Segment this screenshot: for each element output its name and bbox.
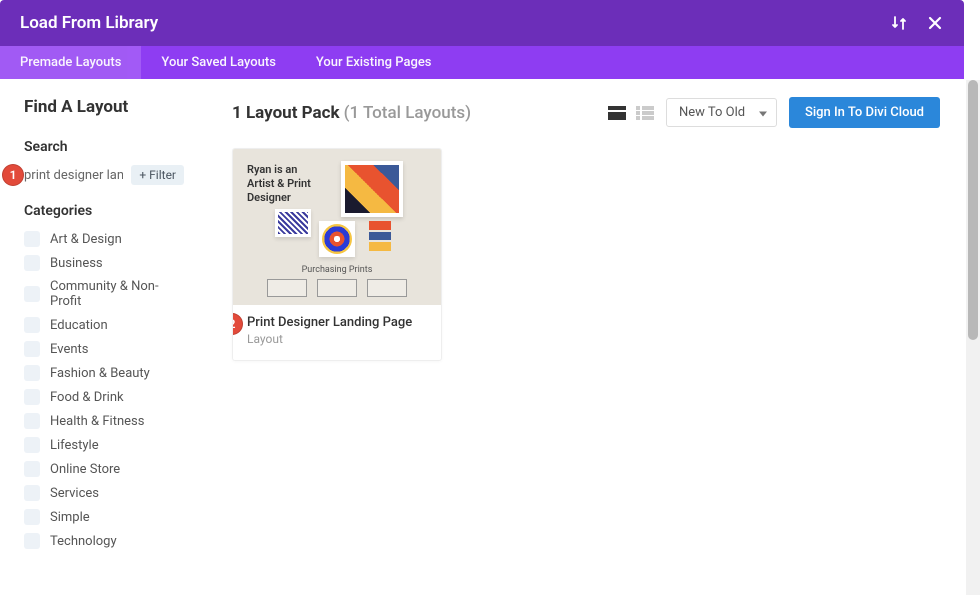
thumb-art-small-3 [369, 221, 391, 251]
filter-chip[interactable]: + Filter [131, 165, 184, 185]
card-title: Print Designer Landing Page [247, 315, 427, 330]
category-item[interactable]: Art & Design [24, 231, 184, 247]
category-item[interactable]: Education [24, 317, 184, 333]
category-checkbox[interactable] [24, 437, 40, 453]
category-label: Technology [50, 534, 117, 549]
category-checkbox[interactable] [24, 365, 40, 381]
annotation-badge-2: 2 [232, 313, 243, 335]
category-label: Online Store [50, 462, 120, 477]
annotation-badge-1: 1 [2, 164, 24, 186]
result-count: 1 Layout Pack [232, 103, 340, 123]
library-modal: Load From Library Premade Layouts Your S… [0, 0, 964, 595]
tab-existing-pages[interactable]: Your Existing Pages [296, 46, 452, 79]
category-checkbox[interactable] [24, 485, 40, 501]
thumb-art-small-1 [275, 209, 311, 237]
category-label: Events [50, 342, 88, 357]
titlebar-actions [890, 14, 944, 32]
category-item[interactable]: Food & Drink [24, 389, 184, 405]
thumb-section-label: Purchasing Prints [233, 265, 441, 275]
category-checkbox[interactable] [24, 461, 40, 477]
category-checkbox[interactable] [24, 389, 40, 405]
thumb-heading: Ryan is an Artist & Print Designer [247, 163, 311, 204]
category-checkbox[interactable] [24, 255, 40, 271]
sidebar: Find A Layout Search 1 + Filter Categori… [0, 79, 208, 595]
tab-premade-layouts[interactable]: Premade Layouts [0, 46, 141, 79]
search-row: 1 + Filter [24, 165, 184, 185]
category-item[interactable]: Simple [24, 509, 184, 525]
category-checkbox[interactable] [24, 413, 40, 429]
main-header: 1 Layout Pack (1 Total Layouts) [232, 97, 940, 128]
thumb-box [317, 279, 357, 297]
category-checkbox[interactable] [24, 341, 40, 357]
content: Find A Layout Search 1 + Filter Categori… [0, 79, 964, 595]
category-checkbox[interactable] [24, 317, 40, 333]
sort-select-wrap: New To Old [666, 98, 777, 127]
category-checkbox[interactable] [24, 533, 40, 549]
tab-saved-layouts[interactable]: Your Saved Layouts [141, 46, 295, 79]
search-label: Search [24, 139, 184, 155]
category-label: Community & Non-Profit [50, 279, 184, 309]
header-right: New To Old Sign In To Divi Cloud [608, 97, 940, 128]
card-subtitle: Layout [247, 332, 427, 346]
sidebar-heading: Find A Layout [24, 97, 184, 117]
category-list: Art & Design Business Community & Non-Prof… [24, 231, 184, 549]
category-item[interactable]: Fashion & Beauty [24, 365, 184, 381]
category-item[interactable]: Business [24, 255, 184, 271]
category-label: Simple [50, 510, 90, 525]
category-item[interactable]: Health & Fitness [24, 413, 184, 429]
result-subcount: (1 Total Layouts) [344, 103, 472, 123]
category-item[interactable]: Lifestyle [24, 437, 184, 453]
category-item[interactable]: Community & Non-Profit [24, 279, 184, 309]
close-icon[interactable] [926, 14, 944, 32]
titlebar-title: Load From Library [20, 13, 890, 33]
category-item[interactable]: Events [24, 341, 184, 357]
category-label: Education [50, 318, 108, 333]
category-item[interactable]: Technology [24, 533, 184, 549]
sort-select[interactable]: New To Old [666, 98, 777, 127]
scrollbar-thumb[interactable] [968, 80, 978, 340]
card-thumbnail: Ryan is an Artist & Print Designer Purch… [233, 149, 441, 305]
category-item[interactable]: Services [24, 485, 184, 501]
thumb-lower-section: Purchasing Prints [233, 265, 441, 297]
category-checkbox[interactable] [24, 231, 40, 247]
category-label: Lifestyle [50, 438, 99, 453]
list-view-icon[interactable] [636, 106, 654, 120]
category-item[interactable]: Online Store [24, 461, 184, 477]
thumb-box [367, 279, 407, 297]
category-checkbox[interactable] [24, 509, 40, 525]
layout-card[interactable]: Ryan is an Artist & Print Designer Purch… [232, 148, 442, 361]
thumb-box [267, 279, 307, 297]
tabs: Premade Layouts Your Saved Layouts Your … [0, 46, 964, 79]
signin-button[interactable]: Sign In To Divi Cloud [789, 97, 940, 128]
category-checkbox[interactable] [24, 286, 40, 302]
sort-icon[interactable] [890, 14, 908, 32]
category-label: Health & Fitness [50, 414, 144, 429]
card-body: 2 Print Designer Landing Page Layout [233, 305, 441, 360]
grid-view-icon[interactable] [608, 106, 626, 120]
titlebar: Load From Library [0, 0, 964, 46]
category-label: Business [50, 256, 103, 271]
thumb-art-large [341, 161, 403, 217]
view-toggle [608, 106, 654, 120]
search-input[interactable] [24, 168, 123, 183]
category-label: Services [50, 486, 99, 501]
category-label: Fashion & Beauty [50, 366, 150, 381]
category-label: Art & Design [50, 232, 122, 247]
main-panel: 1 Layout Pack (1 Total Layouts) [208, 79, 964, 595]
category-label: Food & Drink [50, 390, 124, 405]
categories-label: Categories [24, 203, 184, 219]
thumb-art-small-2 [319, 221, 355, 257]
